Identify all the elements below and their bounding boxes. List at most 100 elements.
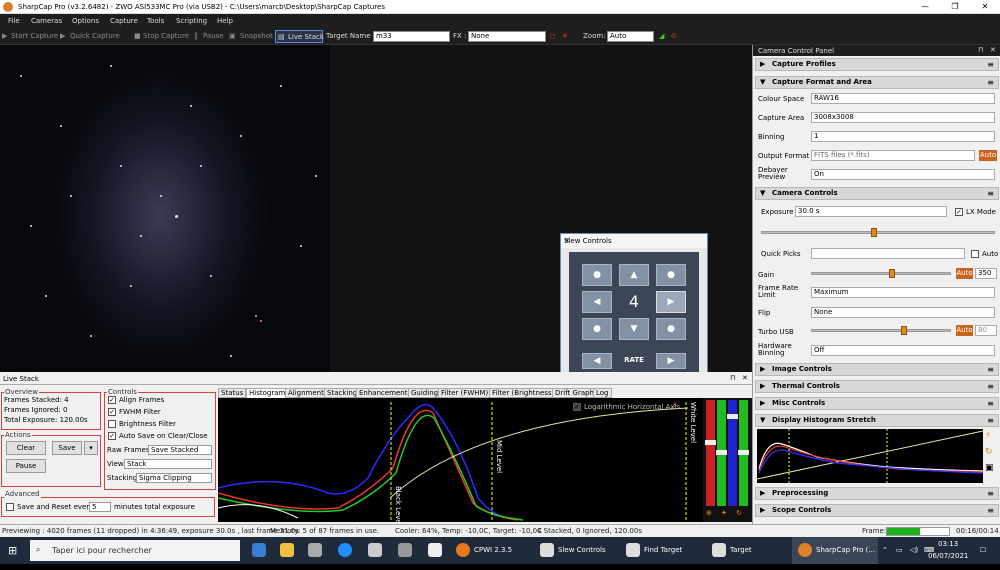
gain-slider[interactable] [811,272,951,275]
tab-filter-fwhm[interactable]: Filter (FWHM) [438,388,492,398]
clear-button[interactable]: Clear [6,441,46,455]
close-window-button[interactable]: ✕ [970,0,1000,14]
slew-rate-decrease-button[interactable]: ◀ [582,353,612,369]
app-c-icon[interactable] [338,543,352,557]
slew-southwest-button[interactable]: ● [582,318,612,340]
hamburger-icon[interactable]: ≡ [987,381,994,392]
quick-picks-auto-checkbox[interactable] [971,250,979,258]
camera-controls-header[interactable]: ▼ Camera Controls ≡ [755,187,999,200]
menu-options[interactable]: Options [72,17,99,25]
display-reset-icon[interactable]: ↻ [985,447,993,457]
pause-button[interactable]: Pause [203,32,224,40]
tab-filter-brightness[interactable]: Filter (Brightness) [489,388,558,398]
tray-network-icon[interactable]: ▭ [896,537,903,564]
hamburger-icon[interactable]: ≡ [987,415,994,426]
tray-chevron-up-icon[interactable]: ⌃ [882,537,888,564]
capture-profiles-header[interactable]: ▶ Capture Profiles ≡ [755,58,999,71]
fwhm-filter-checkbox[interactable]: ✓ [108,408,116,416]
quick-picks-select[interactable] [811,248,965,259]
notifications-icon[interactable]: ☐ [980,537,986,564]
slew-west-button[interactable]: ◀ [582,291,612,313]
colour-space-select[interactable]: RAW16 [811,93,995,104]
tab-guiding[interactable]: Guiding [408,388,442,398]
slew-northwest-button[interactable]: ● [582,264,612,286]
taskbar-active-app[interactable]: SharpCap Pro (... [792,537,878,564]
exposure-slider[interactable] [761,231,995,234]
hamburger-icon[interactable]: ≡ [987,488,994,499]
target-icon[interactable] [712,543,726,557]
view-select[interactable]: Stack [124,459,212,469]
output-format-auto-button[interactable]: Auto [979,150,997,161]
gain-value[interactable]: 350 [975,268,997,279]
menu-file[interactable]: File [8,17,20,25]
align-frames-checkbox[interactable]: ✓ [108,396,116,404]
hamburger-icon[interactable]: ≡ [987,398,994,409]
binning-select[interactable]: 1 [811,131,995,142]
pause-stack-button[interactable]: Pause [6,459,46,473]
slew-south-button[interactable]: ▼ [619,318,649,340]
hamburger-icon[interactable]: ≡ [987,77,994,88]
app-icon[interactable] [368,543,382,557]
capture-area-select[interactable]: 3008x3008 [811,112,995,123]
gain-auto-button[interactable]: Auto [956,268,973,279]
histogram-icon[interactable]: ◢ [659,32,664,40]
histogram-level-sliders[interactable]: ⊕ ✦ ↻ [703,398,752,522]
find-target-icon[interactable] [626,543,640,557]
target-name-input[interactable]: m33 [373,31,450,42]
histogram-refresh-icon[interactable]: ↻ [736,509,742,517]
taskbar-app-slew-controls[interactable]: Slew Controls [558,537,606,564]
raw-frames-select[interactable]: Save Stacked [148,445,212,455]
hamburger-icon[interactable]: ≡ [987,364,994,375]
tab-histogram[interactable]: Histogram [246,388,289,398]
slew-east-button[interactable]: ▶ [656,291,686,313]
gain-slider-thumb[interactable] [889,269,895,278]
red-level-handle[interactable] [705,440,716,445]
exposure-slider-thumb[interactable] [871,228,877,237]
zoom-select[interactable]: Auto [607,31,654,42]
green-level-handle[interactable] [716,450,727,455]
slew-controls-icon[interactable] [540,543,554,557]
frame-rate-select[interactable]: Maximum [811,287,995,298]
brightness-filter-checkbox[interactable] [108,420,116,428]
cpwi-icon[interactable] [456,543,470,557]
misc-controls-header[interactable]: ▶ Misc Controls ≡ [755,397,999,410]
tab-alignment[interactable]: Alignment [285,388,327,398]
lx-mode-checkbox[interactable]: ✓ [955,208,963,216]
tab-enhancement[interactable]: Enhancement [356,388,411,398]
menu-help[interactable]: Help [217,17,233,25]
menu-capture[interactable]: Capture [110,17,138,25]
hamburger-icon[interactable]: ≡ [987,188,994,199]
histogram-zoom-icon[interactable]: ⊕ [706,509,712,517]
exposure-input[interactable]: 30.0 s [795,206,947,217]
auto-stretch-icon[interactable]: ⚡ [672,401,678,411]
panel-close-button[interactable]: ✕ [990,46,996,54]
quick-capture-button[interactable]: Quick Capture [70,32,120,40]
thermal-controls-header[interactable]: ▶ Thermal Controls ≡ [755,380,999,393]
zoom-search-icon[interactable]: ⊙ [671,32,677,40]
stacking-select[interactable]: Sigma Clipping [136,473,212,483]
display-histogram-graph[interactable] [756,429,984,483]
stack-histogram[interactable]: Black Level Mid Level White Level ✓ Loga… [217,398,703,526]
auto-save-checkbox[interactable]: ✓ [108,432,116,440]
menu-scripting[interactable]: Scripting [176,17,207,25]
hamburger-icon[interactable]: ≡ [987,505,994,516]
display-histogram-header[interactable]: ▼ Display Histogram Stretch ≡ [755,414,999,427]
search-box[interactable]: ⌕ Taper ici pour rechercher [30,540,240,561]
maximize-button[interactable]: ❐ [940,0,970,14]
scope-controls-header[interactable]: ▶ Scope Controls ≡ [755,504,999,517]
app-icon[interactable] [398,543,412,557]
store-icon[interactable] [308,543,322,557]
stellarium-icon[interactable] [428,543,442,557]
menu-cameras[interactable]: Cameras [31,17,62,25]
turbo-usb-slider-thumb[interactable] [901,326,907,335]
taskbar-app-find-target[interactable]: Find Target [644,537,682,564]
edge-icon[interactable] [252,543,266,557]
start-capture-button[interactable]: Start Capture [11,32,58,40]
slew-rate-increase-button[interactable]: ▶ [656,353,686,369]
taskbar-app-target[interactable]: Target [730,537,752,564]
log-axis-checkbox[interactable]: ✓ [573,403,581,411]
histogram-reset-icon[interactable]: ✦ [721,509,727,517]
windows-start-icon[interactable]: ⊞ [8,537,17,564]
focus-assist-icon[interactable]: ✳ [562,32,568,40]
save-reset-minutes-input[interactable]: 5 [89,502,111,512]
